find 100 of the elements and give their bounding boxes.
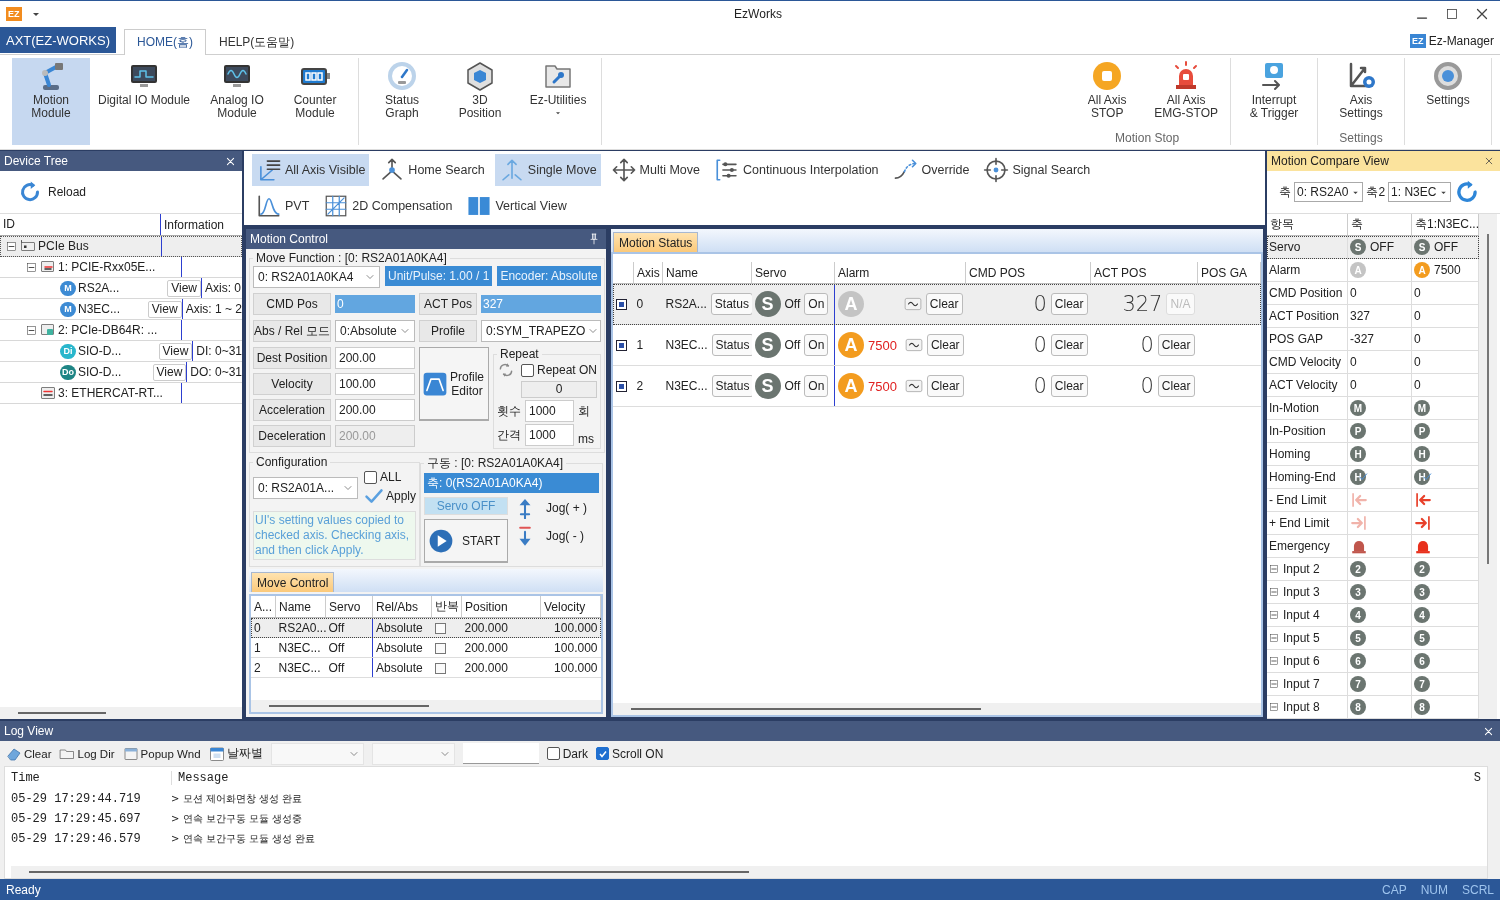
status-button[interactable]: Status bbox=[711, 334, 752, 356]
ribbon-button[interactable]: All Axis EMG-STOP bbox=[1146, 58, 1226, 131]
ribbon-button[interactable]: Counter Module bbox=[276, 58, 355, 145]
table-row[interactable]: In-Position P P bbox=[1267, 419, 1479, 443]
toolbar-button[interactable]: 2D Compensation bbox=[319, 190, 457, 222]
ribbon-button[interactable]: Digital IO Module bbox=[90, 58, 199, 145]
table-row[interactable]: Input 4 4 4 bbox=[1267, 603, 1479, 627]
axis-select[interactable]: 0: RS2A01A0KA4 bbox=[253, 266, 380, 288]
table-row[interactable]: 0 RS2A0... Off Absolute 200.000 100.000 bbox=[251, 617, 601, 638]
table-row[interactable]: Homing-End H H bbox=[1267, 465, 1479, 489]
table-row[interactable]: In-Motion M M bbox=[1267, 396, 1479, 420]
input-field[interactable]: 1000 bbox=[525, 424, 574, 446]
view-button[interactable]: View bbox=[158, 342, 193, 360]
ribbon-button[interactable]: Ez-Utilities bbox=[519, 58, 598, 145]
table-row[interactable]: Alarm A A 7500 bbox=[1267, 258, 1479, 282]
log-tool-button[interactable]: Popup Wnd bbox=[122, 745, 201, 762]
ribbon-button[interactable]: Settings bbox=[1409, 58, 1487, 145]
reload-button[interactable]: Reload bbox=[12, 179, 93, 205]
toolbar-button[interactable]: Single Move bbox=[494, 154, 601, 186]
table-row[interactable]: Input 8 8 8 bbox=[1267, 695, 1479, 719]
cmd-pos-button[interactable]: Clear bbox=[1050, 334, 1088, 356]
table-row[interactable]: Input 3 3 3 bbox=[1267, 580, 1479, 604]
status-button[interactable]: Status bbox=[710, 293, 752, 315]
panel-tab[interactable]: Move Control bbox=[251, 572, 335, 592]
servo-on-button[interactable]: On bbox=[804, 334, 829, 356]
table-row[interactable]: 2 N3EC... Status S Off On A 7500 Clear 0 Clear 0 Clear bbox=[613, 365, 1261, 407]
toolbar-button[interactable]: Multi Move bbox=[606, 154, 705, 186]
ribbon-button[interactable]: Interrupt & Trigger bbox=[1235, 58, 1313, 145]
input-field[interactable]: 100.00 bbox=[335, 373, 415, 395]
table-row[interactable]: CMD Position 0 0 bbox=[1267, 281, 1479, 305]
profile-editor-button[interactable]: Profile Editor bbox=[419, 347, 489, 421]
repeat-checkbox[interactable]: Repeat ON bbox=[521, 363, 598, 377]
table-row[interactable]: 2 N3EC... Off Absolute 200.000 100.000 bbox=[251, 657, 601, 678]
ribbon-button[interactable]: Motion Module bbox=[12, 58, 90, 145]
panel-tab[interactable]: Motion Status bbox=[613, 232, 699, 252]
table-row[interactable]: ACT Position 327 0 bbox=[1267, 304, 1479, 328]
table-row[interactable]: Servo S OFF S OFF bbox=[1267, 235, 1479, 259]
dark-checkbox[interactable]: Dark bbox=[546, 746, 588, 761]
table-row[interactable]: 1 N3EC... Off Absolute 200.000 100.000 bbox=[251, 637, 601, 658]
servo-on-button[interactable]: On bbox=[804, 375, 829, 397]
profile-select[interactable]: 0:SYM_TRAPEZO bbox=[481, 320, 602, 342]
axis-select[interactable]: 0: RS2A0 bbox=[1294, 182, 1364, 202]
ribbon-button[interactable]: Analog IO Module bbox=[198, 58, 277, 145]
table-row[interactable]: + End Limit bbox=[1267, 511, 1479, 535]
cmd-pos-button[interactable]: Clear bbox=[1050, 375, 1088, 397]
all-checkbox[interactable]: ALL bbox=[364, 470, 417, 484]
log-tool-button[interactable]: Log Dir bbox=[59, 745, 115, 762]
tree-item[interactable]: 2: PCIe-DB64R: ... bbox=[0, 320, 242, 341]
ribbon-tab[interactable]: HOME(홈) bbox=[124, 29, 206, 55]
status-button[interactable]: Status bbox=[711, 375, 752, 397]
clear-button[interactable]: Clear bbox=[926, 334, 964, 356]
table-row[interactable]: Input 7 7 7 bbox=[1267, 672, 1479, 696]
file-menu-button[interactable]: AXT(EZ-WORKS) bbox=[0, 27, 116, 53]
tree-item[interactable]: Do SIO-D... View DO: 0~31 bbox=[0, 362, 242, 383]
toolbar-button[interactable]: Vertical View bbox=[462, 190, 571, 222]
clear-button[interactable]: Clear bbox=[926, 375, 964, 397]
manager-link[interactable]: Ez-Manager bbox=[1428, 33, 1494, 48]
apply-button[interactable]: Apply bbox=[364, 486, 417, 506]
clear-button[interactable]: Clear bbox=[925, 293, 963, 315]
table-row[interactable]: 1 N3EC... Status S Off On A 7500 Clear 0 Clear 0 Clear bbox=[613, 324, 1261, 366]
log-tool-button[interactable]: Clear bbox=[6, 745, 52, 762]
log-tool-button[interactable]: 날짜별 bbox=[208, 745, 263, 762]
axis-select[interactable]: 0: RS2A01A... bbox=[253, 477, 358, 499]
act-pos-button[interactable]: Clear bbox=[1157, 334, 1195, 356]
input-field[interactable]: 200.00 bbox=[335, 399, 415, 421]
table-row[interactable]: CMD Velocity 0 0 bbox=[1267, 350, 1479, 374]
table-row[interactable]: Homing H H bbox=[1267, 442, 1479, 466]
ribbon-button[interactable]: Status Graph bbox=[363, 58, 442, 145]
view-button[interactable]: View bbox=[147, 300, 182, 318]
mode-select[interactable]: 0:Absolute bbox=[335, 320, 415, 342]
scroll-checkbox[interactable]: Scroll ON bbox=[596, 746, 664, 761]
table-row[interactable]: ACT Velocity 0 0 bbox=[1267, 373, 1479, 397]
view-button[interactable]: View bbox=[152, 363, 187, 381]
tree-item[interactable]: M N3EC... View Axis: 1 ~ 2 bbox=[0, 299, 242, 320]
tree-item[interactable]: 3: ETHERCAT-RT... bbox=[0, 383, 242, 404]
input-field[interactable]: 200.00 bbox=[335, 347, 415, 369]
jog-plus-button[interactable]: Jog( + ) bbox=[514, 497, 587, 519]
table-row[interactable]: - End Limit bbox=[1267, 488, 1479, 512]
jog-minus-button[interactable]: Jog( - ) bbox=[514, 525, 587, 547]
servo-on-button[interactable]: On bbox=[804, 293, 829, 315]
input-field[interactable]: 1000 bbox=[525, 400, 574, 422]
cmd-pos-button[interactable]: Clear bbox=[1050, 293, 1088, 315]
toolbar-button[interactable]: Continuous Interpolation bbox=[710, 154, 883, 186]
toolbar-button[interactable]: Signal Search bbox=[979, 154, 1095, 186]
toolbar-button[interactable]: PVT bbox=[252, 190, 314, 222]
act-pos-button[interactable]: Clear bbox=[1157, 375, 1195, 397]
axis-select[interactable]: 1: N3EC bbox=[1388, 182, 1452, 202]
table-row[interactable]: Input 5 5 5 bbox=[1267, 626, 1479, 650]
ribbon-button[interactable]: 3D Position bbox=[441, 58, 520, 145]
toolbar-button[interactable]: Override bbox=[888, 154, 974, 186]
toolbar-button[interactable]: Home Search bbox=[375, 154, 489, 186]
table-row[interactable]: POS GAP -327 0 bbox=[1267, 327, 1479, 351]
axis-list-item[interactable]: 축: 0(RS2A01A0KA4) bbox=[424, 473, 599, 493]
toolbar-button[interactable]: All Axis Visible bbox=[252, 154, 370, 186]
tree-item[interactable]: 1: PCIE-Rxx05E... bbox=[0, 257, 242, 278]
view-button[interactable]: View bbox=[167, 279, 201, 297]
table-row[interactable]: Input 2 2 2 bbox=[1267, 557, 1479, 581]
tree-item[interactable]: PCIe Bus bbox=[0, 236, 242, 257]
table-row[interactable]: Emergency bbox=[1267, 534, 1479, 558]
start-button[interactable]: START bbox=[424, 519, 508, 563]
